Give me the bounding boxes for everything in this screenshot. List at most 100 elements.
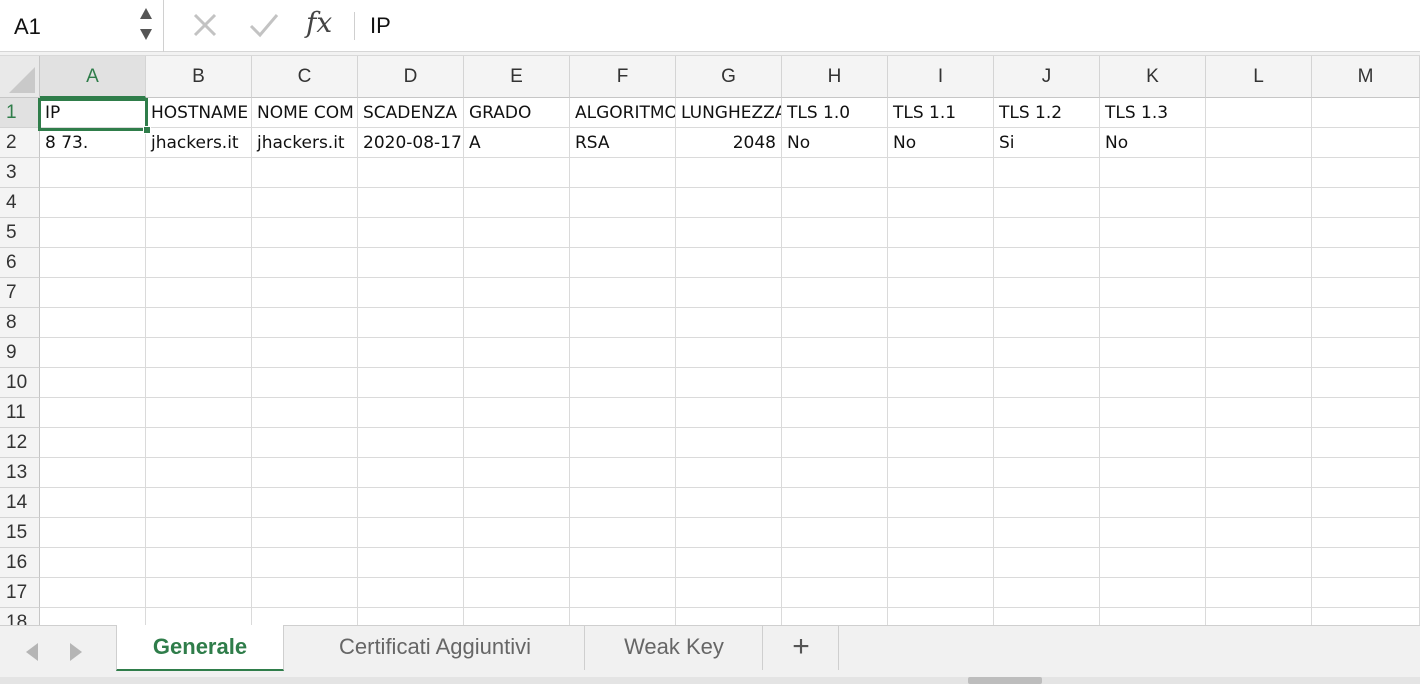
select-all-triangle-icon[interactable] — [9, 67, 35, 93]
cell-e1[interactable]: GRADO — [464, 98, 570, 128]
cell-i11[interactable] — [888, 398, 994, 428]
cell-g12[interactable] — [676, 428, 782, 458]
cell-m14[interactable] — [1312, 488, 1420, 518]
cell-d3[interactable] — [358, 158, 464, 188]
cell-c11[interactable] — [252, 398, 358, 428]
cell-c1[interactable]: NOME COM — [252, 98, 358, 128]
cell-c17[interactable] — [252, 578, 358, 608]
spreadsheet-grid[interactable]: ABCDEFGHIJKLM 1 2 3 4 5 6 7 8 9 10 11 12 13 14 15 16 17 1… — [0, 56, 1420, 626]
cell-i13[interactable] — [888, 458, 994, 488]
cell-b7[interactable] — [146, 278, 252, 308]
cell-j8[interactable] — [994, 308, 1100, 338]
cell-d12[interactable] — [358, 428, 464, 458]
cell-d18[interactable] — [358, 608, 464, 626]
cell-h12[interactable] — [782, 428, 888, 458]
cell-e16[interactable] — [464, 548, 570, 578]
column-header-g[interactable]: G — [676, 56, 782, 98]
cell-a15[interactable] — [40, 518, 146, 548]
cell-a18[interactable] — [40, 608, 146, 626]
cell-e4[interactable] — [464, 188, 570, 218]
chevron-down-icon[interactable] — [140, 29, 152, 40]
cell-c9[interactable] — [252, 338, 358, 368]
cell-c13[interactable] — [252, 458, 358, 488]
fill-handle[interactable] — [143, 126, 151, 134]
cell-l10[interactable] — [1206, 368, 1312, 398]
cell-j4[interactable] — [994, 188, 1100, 218]
cell-i6[interactable] — [888, 248, 994, 278]
column-header-m[interactable]: M — [1312, 56, 1420, 98]
row-header-18[interactable]: 18 — [0, 608, 40, 626]
cell-g11[interactable] — [676, 398, 782, 428]
cell-c16[interactable] — [252, 548, 358, 578]
cell-d11[interactable] — [358, 398, 464, 428]
cell-f11[interactable] — [570, 398, 676, 428]
cell-h9[interactable] — [782, 338, 888, 368]
cell-j1[interactable]: TLS 1.2 — [994, 98, 1100, 128]
cell-k11[interactable] — [1100, 398, 1206, 428]
cell-k7[interactable] — [1100, 278, 1206, 308]
cell-h5[interactable] — [782, 218, 888, 248]
row-header-11[interactable]: 11 — [0, 398, 40, 428]
cell-f17[interactable] — [570, 578, 676, 608]
cell-k2[interactable]: No — [1100, 128, 1206, 158]
cell-d9[interactable] — [358, 338, 464, 368]
cell-b14[interactable] — [146, 488, 252, 518]
cell-d13[interactable] — [358, 458, 464, 488]
column-header-h[interactable]: H — [782, 56, 888, 98]
cell-g5[interactable] — [676, 218, 782, 248]
cell-f13[interactable] — [570, 458, 676, 488]
name-box-stepper-icon[interactable] — [138, 6, 156, 44]
cell-g7[interactable] — [676, 278, 782, 308]
cell-k5[interactable] — [1100, 218, 1206, 248]
cell-b11[interactable] — [146, 398, 252, 428]
cell-j6[interactable] — [994, 248, 1100, 278]
cell-g17[interactable] — [676, 578, 782, 608]
row-header-14[interactable]: 14 — [0, 488, 40, 518]
cell-h13[interactable] — [782, 458, 888, 488]
cell-k12[interactable] — [1100, 428, 1206, 458]
cell-g3[interactable] — [676, 158, 782, 188]
cell-b5[interactable] — [146, 218, 252, 248]
cell-b9[interactable] — [146, 338, 252, 368]
cell-d2[interactable]: 2020-08-17 — [358, 128, 464, 158]
cell-d15[interactable] — [358, 518, 464, 548]
cell-e14[interactable] — [464, 488, 570, 518]
cell-j17[interactable] — [994, 578, 1100, 608]
cell-h8[interactable] — [782, 308, 888, 338]
cell-i10[interactable] — [888, 368, 994, 398]
cell-g10[interactable] — [676, 368, 782, 398]
cell-i4[interactable] — [888, 188, 994, 218]
cell-k3[interactable] — [1100, 158, 1206, 188]
cell-d6[interactable] — [358, 248, 464, 278]
chevron-right-icon[interactable] — [66, 640, 86, 664]
cell-k15[interactable] — [1100, 518, 1206, 548]
cell-b6[interactable] — [146, 248, 252, 278]
cell-l7[interactable] — [1206, 278, 1312, 308]
cell-e15[interactable] — [464, 518, 570, 548]
cell-m16[interactable] — [1312, 548, 1420, 578]
cell-e8[interactable] — [464, 308, 570, 338]
row-header-8[interactable]: 8 — [0, 308, 40, 338]
cell-c7[interactable] — [252, 278, 358, 308]
cell-b17[interactable] — [146, 578, 252, 608]
cancel-icon[interactable] — [190, 10, 220, 40]
cell-c15[interactable] — [252, 518, 358, 548]
column-header-d[interactable]: D — [358, 56, 464, 98]
cell-f12[interactable] — [570, 428, 676, 458]
cell-f18[interactable] — [570, 608, 676, 626]
cell-l1[interactable] — [1206, 98, 1312, 128]
cell-d5[interactable] — [358, 218, 464, 248]
cell-b13[interactable] — [146, 458, 252, 488]
cell-i16[interactable] — [888, 548, 994, 578]
cell-j7[interactable] — [994, 278, 1100, 308]
cell-a14[interactable] — [40, 488, 146, 518]
cell-g6[interactable] — [676, 248, 782, 278]
cell-k17[interactable] — [1100, 578, 1206, 608]
cell-j3[interactable] — [994, 158, 1100, 188]
cell-k8[interactable] — [1100, 308, 1206, 338]
cell-b4[interactable] — [146, 188, 252, 218]
cell-c12[interactable] — [252, 428, 358, 458]
column-header-b[interactable]: B — [146, 56, 252, 98]
row-header-10[interactable]: 10 — [0, 368, 40, 398]
cell-i17[interactable] — [888, 578, 994, 608]
